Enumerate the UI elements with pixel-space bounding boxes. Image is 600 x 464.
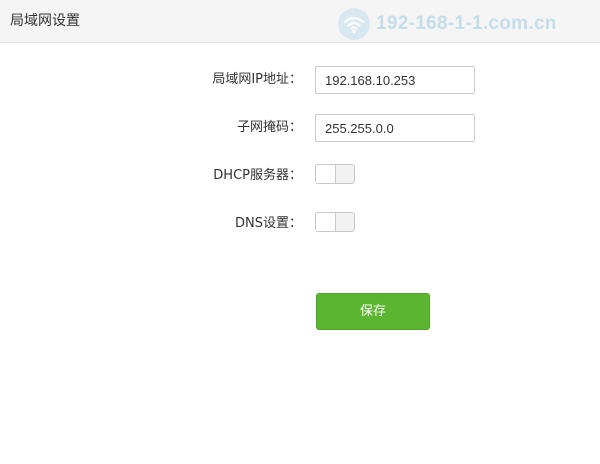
dhcp-server-toggle[interactable] bbox=[315, 164, 355, 184]
dns-settings-toggle[interactable] bbox=[315, 212, 355, 232]
dhcp-server-label: DHCP服务器： bbox=[213, 168, 302, 183]
toggle-knob bbox=[316, 165, 336, 183]
save-button[interactable]: 保存 bbox=[316, 293, 430, 330]
page-title: 局域网设置 bbox=[10, 13, 80, 29]
header-bar: 局域网设置 192-168-1-1.com.cn bbox=[0, 0, 600, 43]
toggle-knob bbox=[316, 213, 336, 231]
lan-ip-label: 局域网IP地址： bbox=[212, 72, 302, 87]
subnet-mask-label: 子网掩码： bbox=[236, 120, 302, 135]
subnet-mask-input[interactable] bbox=[315, 114, 475, 142]
dhcp-server-row: DHCP服务器： bbox=[0, 162, 600, 190]
dns-settings-row: DNS设置： bbox=[0, 210, 600, 238]
watermark-text: 192-168-1-1.com.cn bbox=[376, 13, 557, 34]
lan-ip-input[interactable] bbox=[315, 66, 475, 94]
wifi-icon bbox=[338, 8, 370, 40]
lan-ip-row: 局域网IP地址： bbox=[0, 66, 600, 94]
subnet-mask-row: 子网掩码： bbox=[0, 114, 600, 142]
dns-settings-label: DNS设置： bbox=[235, 216, 302, 231]
watermark: 192-168-1-1.com.cn bbox=[338, 7, 557, 41]
